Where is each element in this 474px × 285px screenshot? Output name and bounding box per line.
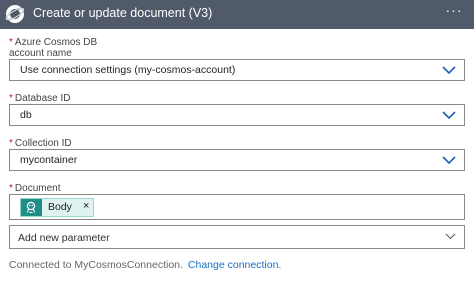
collection-id-dropdown[interactable]: mycontainer [9, 149, 465, 171]
database-id-value: db [20, 109, 32, 121]
connection-status-text: Connected to MyCosmosConnection. [9, 259, 183, 271]
body-token[interactable]: Body × [20, 198, 94, 217]
add-new-parameter-label: Add new parameter [18, 232, 110, 244]
document-input[interactable]: Body × [9, 194, 465, 220]
chevron-down-icon[interactable] [442, 156, 456, 165]
account-name-label-line2: account name [9, 48, 72, 59]
collection-id-value: mycontainer [20, 154, 78, 166]
card-header[interactable]: Create or update document (V3) ··· [0, 0, 474, 29]
collection-id-label: * Collection ID [9, 138, 72, 149]
action-title: Create or update document (V3) [33, 6, 213, 20]
database-id-label: * Database ID [9, 93, 71, 104]
connection-footer: Connected to MyCosmosConnection. Change c… [9, 259, 281, 271]
add-new-parameter-dropdown[interactable]: Add new parameter [9, 225, 465, 249]
chevron-down-icon[interactable] [445, 233, 456, 240]
token-remove-button[interactable]: × [83, 200, 89, 212]
account-name-dropdown[interactable]: Use connection settings (my-cosmos-accou… [9, 59, 465, 81]
required-marker: * [9, 183, 13, 194]
chevron-down-icon[interactable] [442, 66, 456, 75]
collection-id-label-text: Collection ID [14, 138, 72, 149]
required-marker: * [9, 138, 13, 149]
planet-icon [5, 5, 25, 23]
account-name-label: * Azure Cosmos DB [9, 37, 97, 48]
account-name-label-line1: Azure Cosmos DB [14, 37, 98, 48]
required-marker: * [9, 93, 13, 104]
document-label: * Document [9, 183, 60, 194]
database-id-dropdown[interactable]: db [9, 104, 465, 126]
required-marker: * [9, 37, 13, 48]
account-name-value: Use connection settings (my-cosmos-accou… [20, 64, 236, 76]
database-id-label-text: Database ID [14, 93, 71, 104]
action-card: Create or update document (V3) ··· * Azur… [0, 0, 474, 285]
dynamic-content-icon [21, 199, 42, 216]
change-connection-link[interactable]: Change connection. [188, 259, 281, 271]
more-options-button[interactable]: ··· [444, 2, 464, 22]
token-label: Body [48, 201, 72, 213]
chevron-down-icon[interactable] [442, 111, 456, 120]
document-label-text: Document [14, 183, 61, 194]
